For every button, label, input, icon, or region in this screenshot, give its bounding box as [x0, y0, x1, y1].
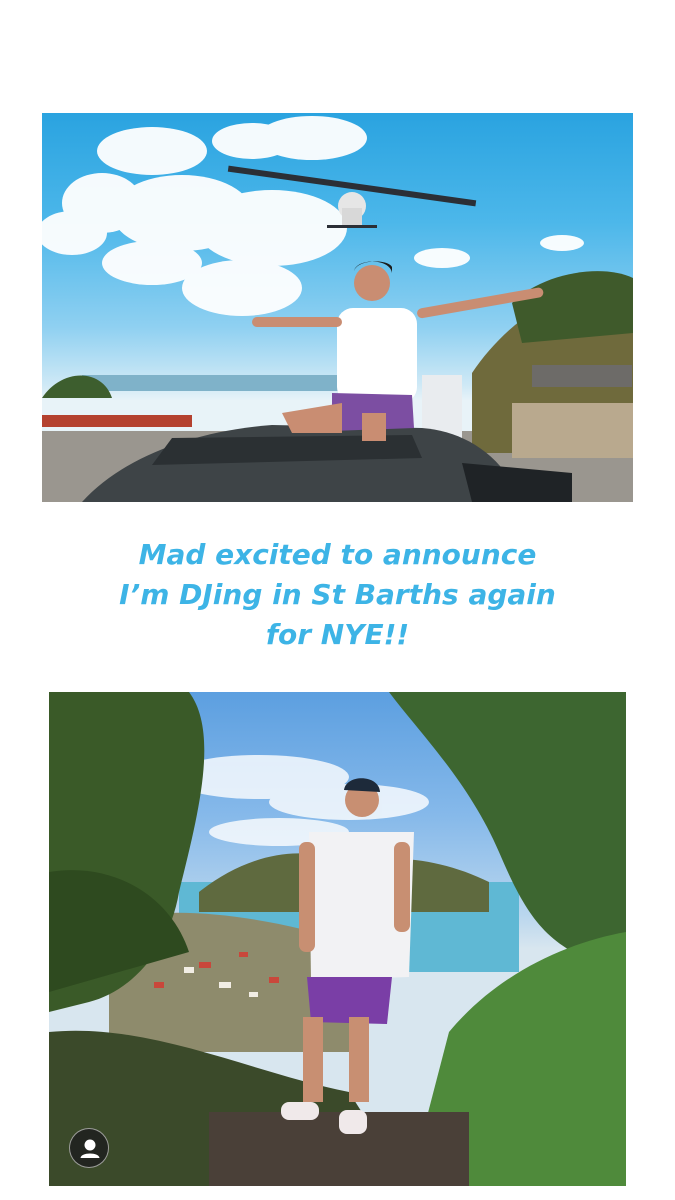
caption-line-2: I’m DJing in St Barths again — [119, 578, 556, 611]
plane-over-car-photo — [42, 113, 633, 502]
caption-line-3: for NYE!! — [265, 618, 410, 651]
overlook-view-illustration — [49, 692, 626, 1186]
plane-over-car-illustration — [42, 116, 633, 502]
overlook-view-photo — [49, 692, 626, 1186]
caption-line-1: Mad excited to announce — [138, 538, 537, 571]
profile-avatar-button[interactable] — [69, 1128, 109, 1168]
person-icon — [80, 1139, 100, 1158]
story-caption: Mad excited to announce I’m DJing in St … — [0, 535, 675, 655]
